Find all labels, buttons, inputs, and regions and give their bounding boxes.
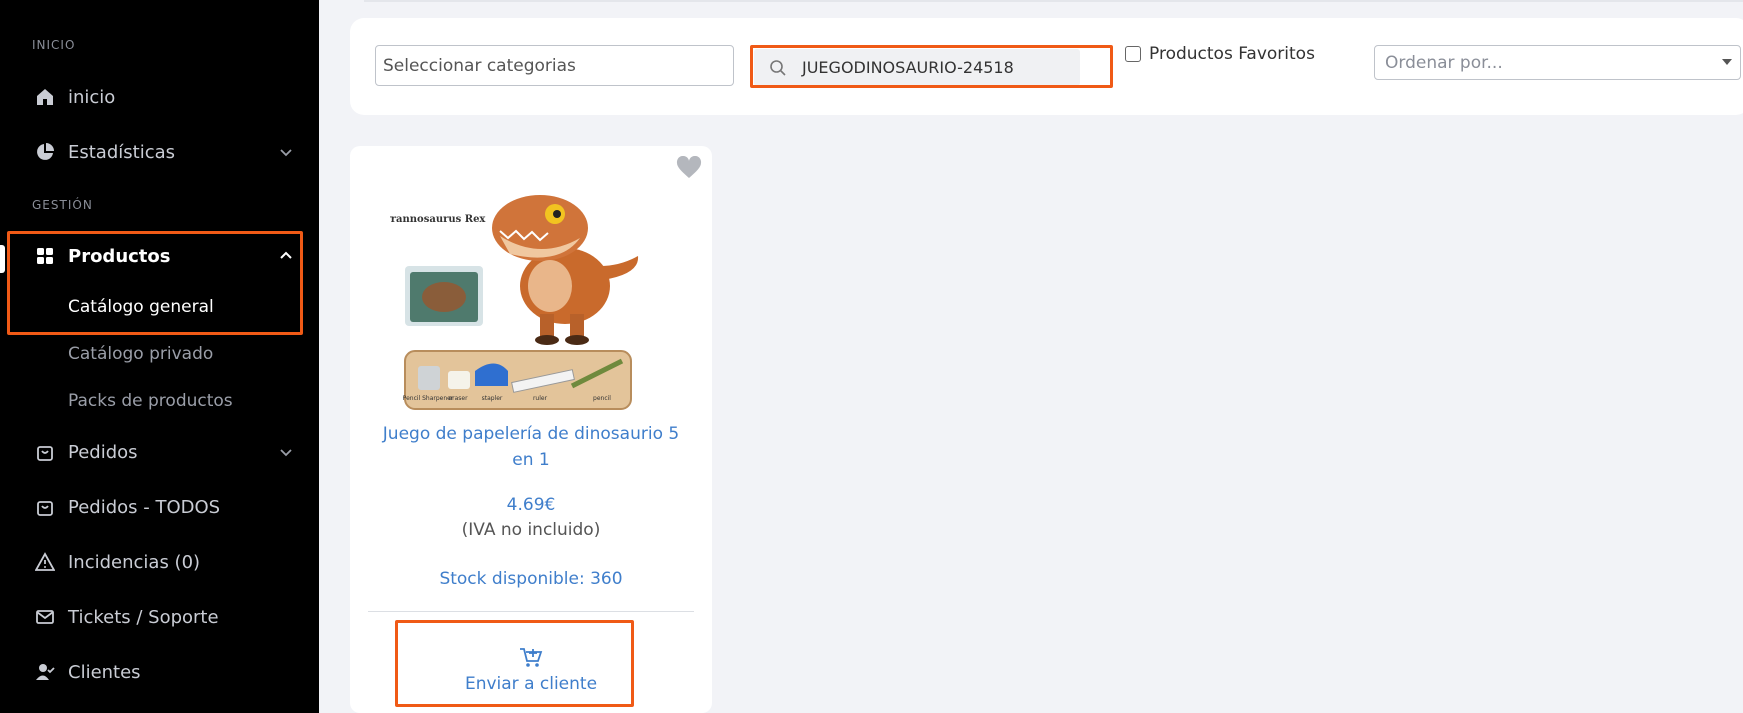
sidebar-item-estadisticas[interactable]: Estadísticas: [34, 137, 294, 167]
search-value: JUEGODINOSAURIO-24518: [802, 58, 1014, 77]
image-tool-label: ruler: [533, 395, 548, 402]
image-tool-label: eraser: [448, 395, 468, 402]
shopping-bag-icon: [34, 441, 56, 463]
sidebar: INICIO inicio Estadísticas GESTIÓN Produ…: [0, 0, 319, 713]
chevron-up-icon: [280, 251, 292, 259]
send-to-client-button[interactable]: Enviar a cliente: [400, 634, 662, 706]
sidebar-item-productos[interactable]: Productos: [34, 241, 294, 271]
sidebar-subitem-packs[interactable]: Packs de productos: [68, 391, 233, 411]
caret-down-icon: [1722, 59, 1732, 65]
favorites-filter[interactable]: Productos Favoritos: [1125, 44, 1315, 64]
home-icon: [34, 86, 56, 108]
sidebar-item-clientes[interactable]: Clientes: [34, 657, 294, 687]
price-tax-note: (IVA no incluido): [461, 520, 601, 540]
sidebar-item-label: Pedidos - TODOS: [68, 496, 221, 518]
send-to-client-label: Enviar a cliente: [464, 673, 598, 694]
image-tool-label: Pencil Sharpener: [403, 395, 454, 402]
cart-plus-icon: [520, 647, 543, 667]
sidebar-item-label: Incidencias (0): [68, 551, 201, 573]
image-tool-label: stapler: [482, 395, 503, 402]
search-input[interactable]: JUEGODINOSAURIO-24518: [754, 49, 1080, 86]
image-tool-label: pencil: [593, 395, 611, 402]
sidebar-item-inicio[interactable]: inicio: [34, 82, 294, 112]
section-label-gestion: GESTIÓN: [32, 198, 93, 212]
user-check-icon: [34, 661, 56, 683]
sidebar-item-label: Productos: [68, 245, 171, 267]
sidebar-item-pedidos-todos[interactable]: Pedidos - TODOS: [34, 492, 294, 522]
sidebar-item-incidencias[interactable]: Incidencias (0): [34, 547, 294, 577]
chevron-down-icon: [280, 149, 292, 157]
favorites-label: Productos Favoritos: [1149, 44, 1315, 64]
sidebar-item-label: Tickets / Soporte: [68, 606, 219, 628]
heart-icon[interactable]: [676, 156, 702, 180]
sidebar-item-pedidos[interactable]: Pedidos: [34, 437, 294, 467]
image-title: Tyrannosaurus Rex: [390, 214, 486, 225]
category-select[interactable]: Seleccionar categorias: [375, 45, 734, 86]
mail-icon: [34, 606, 56, 628]
search-icon: [770, 59, 786, 76]
product-image[interactable]: Tyrannosaurus Rex Pencil Sharpener erase…: [390, 166, 670, 428]
active-indicator: [0, 245, 5, 273]
sidebar-item-label: Estadísticas: [68, 141, 176, 163]
product-card: Tyrannosaurus Rex Pencil Sharpener erase…: [350, 146, 712, 713]
order-select[interactable]: Ordenar por...: [1374, 45, 1741, 80]
grid-icon: [34, 245, 56, 267]
sidebar-item-label: Pedidos: [68, 441, 138, 463]
warning-icon: [34, 551, 56, 573]
favorites-checkbox[interactable]: [1125, 46, 1141, 62]
chevron-down-icon: [280, 449, 292, 457]
sidebar-item-label: Clientes: [68, 661, 141, 683]
stock-available: Stock disponible: 360: [439, 569, 623, 589]
top-strip: [364, 0, 1743, 2]
divider: [368, 611, 694, 612]
shopping-bag-icon: [34, 496, 56, 518]
section-label-inicio: INICIO: [32, 38, 76, 52]
sidebar-subitem-catalogo-privado[interactable]: Catálogo privado: [68, 344, 213, 364]
sidebar-subitem-catalogo-general[interactable]: Catálogo general: [68, 297, 214, 317]
filter-bar: Seleccionar categorias JUEGODINOSAURIO-2…: [350, 18, 1743, 115]
order-placeholder: Ordenar por...: [1385, 52, 1503, 73]
sidebar-item-label: inicio: [68, 86, 116, 108]
sidebar-item-tickets[interactable]: Tickets / Soporte: [34, 602, 294, 632]
pie-chart-icon: [34, 141, 56, 163]
product-price: 4.69€: [506, 495, 556, 515]
product-title[interactable]: Juego de papelería de dinosaurio 5 en 1: [370, 421, 692, 473]
